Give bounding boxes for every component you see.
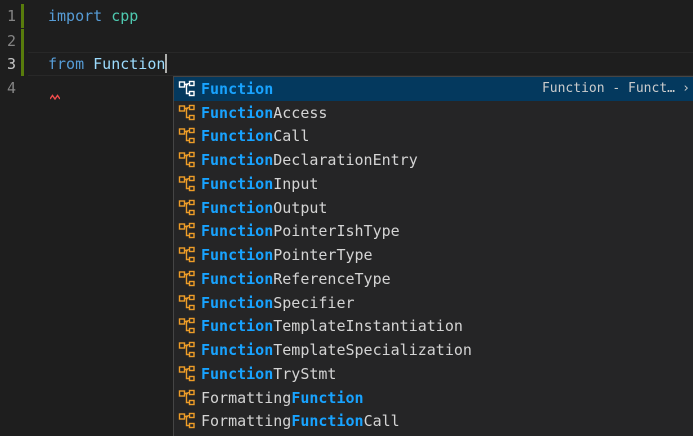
label-suffix: Specifier [273, 293, 355, 312]
suggestion-item[interactable]: FunctionPointerType [174, 243, 693, 267]
suggestion-label: FunctionDeclarationEntry [201, 151, 418, 169]
git-added-marker [21, 52, 24, 76]
label-suffix: Input [273, 174, 319, 193]
suggestion-label: FormattingFunction [201, 389, 364, 407]
suggestion-list[interactable]: Function Function - Funct… › FunctionAcces… [174, 77, 693, 433]
suggestion-label: Function [201, 80, 273, 98]
label-match: Function [201, 79, 274, 98]
line-number: 3 [6, 55, 16, 73]
label-match: Function [201, 364, 274, 383]
class-icon [177, 364, 197, 384]
label-suffix: Call [273, 127, 310, 146]
code-line-3[interactable]: 3 from Function [0, 52, 693, 76]
code-text: from Function [48, 52, 168, 76]
line-number: 1 [6, 7, 16, 25]
suggestion-item[interactable]: FunctionInput [174, 172, 693, 196]
suggestion-detail: Function - Funct… [541, 81, 675, 96]
chevron-right-icon[interactable]: › [682, 77, 690, 101]
label-suffix: DeclarationEntry [273, 151, 418, 170]
identifier-text: Function [93, 55, 166, 73]
class-icon [177, 340, 197, 360]
keyword-from: from [48, 55, 85, 73]
class-icon [177, 411, 197, 431]
suggestion-item[interactable]: FunctionTemplateSpecialization [174, 338, 693, 362]
text-cursor [165, 54, 168, 73]
suggestion-label: FunctionTemplateSpecialization [201, 341, 472, 359]
label-match: Function [201, 174, 274, 193]
label-suffix: PointerType [273, 246, 373, 265]
label-match: Function [201, 127, 274, 146]
suggestion-label: FunctionInput [201, 175, 318, 193]
class-icon [177, 388, 197, 408]
class-icon [177, 150, 197, 170]
suggestion-item[interactable]: FormattingFunction [174, 386, 693, 410]
suggestion-label: FunctionTryStmt [201, 365, 336, 383]
label-suffix: TemplateSpecialization [273, 341, 472, 360]
code-line-2[interactable]: 2 [0, 29, 693, 53]
suggestion-label: FormattingFunctionCall [201, 412, 400, 430]
suggestion-widget[interactable]: Function Function - Funct… › FunctionAcces… [173, 76, 693, 436]
label-suffix: ReferenceType [273, 269, 391, 288]
label-suffix: TemplateInstantiation [273, 317, 463, 336]
suggestion-label: FunctionPointerType [201, 246, 373, 264]
suggestion-item[interactable]: FunctionPointerIshType [174, 220, 693, 244]
error-squiggle-icon [50, 94, 60, 100]
class-icon [177, 103, 197, 123]
git-added-marker [21, 4, 24, 28]
label-match: Function [201, 151, 274, 170]
label-suffix: TryStmt [273, 364, 337, 383]
suggestion-item[interactable]: FunctionDeclarationEntry [174, 148, 693, 172]
label-suffix: Output [273, 198, 328, 217]
class-icon [177, 293, 197, 313]
label-match: Function [201, 103, 274, 122]
suggestion-item[interactable]: FunctionTryStmt [174, 362, 693, 386]
suggestion-item[interactable]: FunctionCall [174, 125, 693, 149]
suggestion-label: FunctionReferenceType [201, 270, 391, 288]
suggestion-label: FunctionAccess [201, 104, 327, 122]
class-icon [177, 316, 197, 336]
label-match: Function [291, 388, 364, 407]
class-icon [177, 245, 197, 265]
label-match: Function [201, 317, 274, 336]
label-match: Function [201, 293, 274, 312]
code-line-1[interactable]: 1 import cpp [0, 4, 693, 28]
code-text: import cpp [48, 4, 138, 28]
label-prefix: Formatting [201, 412, 292, 431]
suggestion-item[interactable]: FunctionTemplateInstantiation [174, 315, 693, 339]
git-added-marker [21, 29, 24, 53]
label-match: Function [291, 412, 364, 431]
label-suffix: Access [273, 103, 328, 122]
label-suffix: Call [363, 412, 400, 431]
suggestion-item[interactable]: FunctionOutput [174, 196, 693, 220]
line-number: 4 [6, 79, 16, 97]
label-match: Function [201, 198, 274, 217]
suggestion-label: FunctionCall [201, 127, 309, 145]
class-icon [177, 79, 197, 99]
class-icon [177, 174, 197, 194]
class-icon [177, 269, 197, 289]
suggestion-item[interactable]: FunctionReferenceType [174, 267, 693, 291]
line-number: 2 [6, 32, 16, 50]
module-name: cpp [111, 7, 139, 25]
suggestion-label: FunctionPointerIshType [201, 222, 400, 240]
suggestion-item[interactable]: FunctionSpecifier [174, 291, 693, 315]
keyword-import: import [48, 7, 103, 25]
label-match: Function [201, 341, 274, 360]
suggestion-item[interactable]: FunctionAccess [174, 101, 693, 125]
suggestion-label: FunctionOutput [201, 199, 327, 217]
class-icon [177, 126, 197, 146]
label-match: Function [201, 246, 274, 265]
label-suffix: PointerIshType [273, 222, 400, 241]
class-icon [177, 221, 197, 241]
suggestion-item[interactable]: Function Function - Funct… › [174, 77, 693, 101]
suggestion-label: FunctionSpecifier [201, 294, 355, 312]
label-prefix: Formatting [201, 388, 292, 407]
suggestion-item[interactable]: FormattingFunctionCall [174, 410, 693, 434]
suggestion-label: FunctionTemplateInstantiation [201, 317, 463, 335]
label-match: Function [201, 222, 274, 241]
label-match: Function [201, 269, 274, 288]
class-icon [177, 198, 197, 218]
